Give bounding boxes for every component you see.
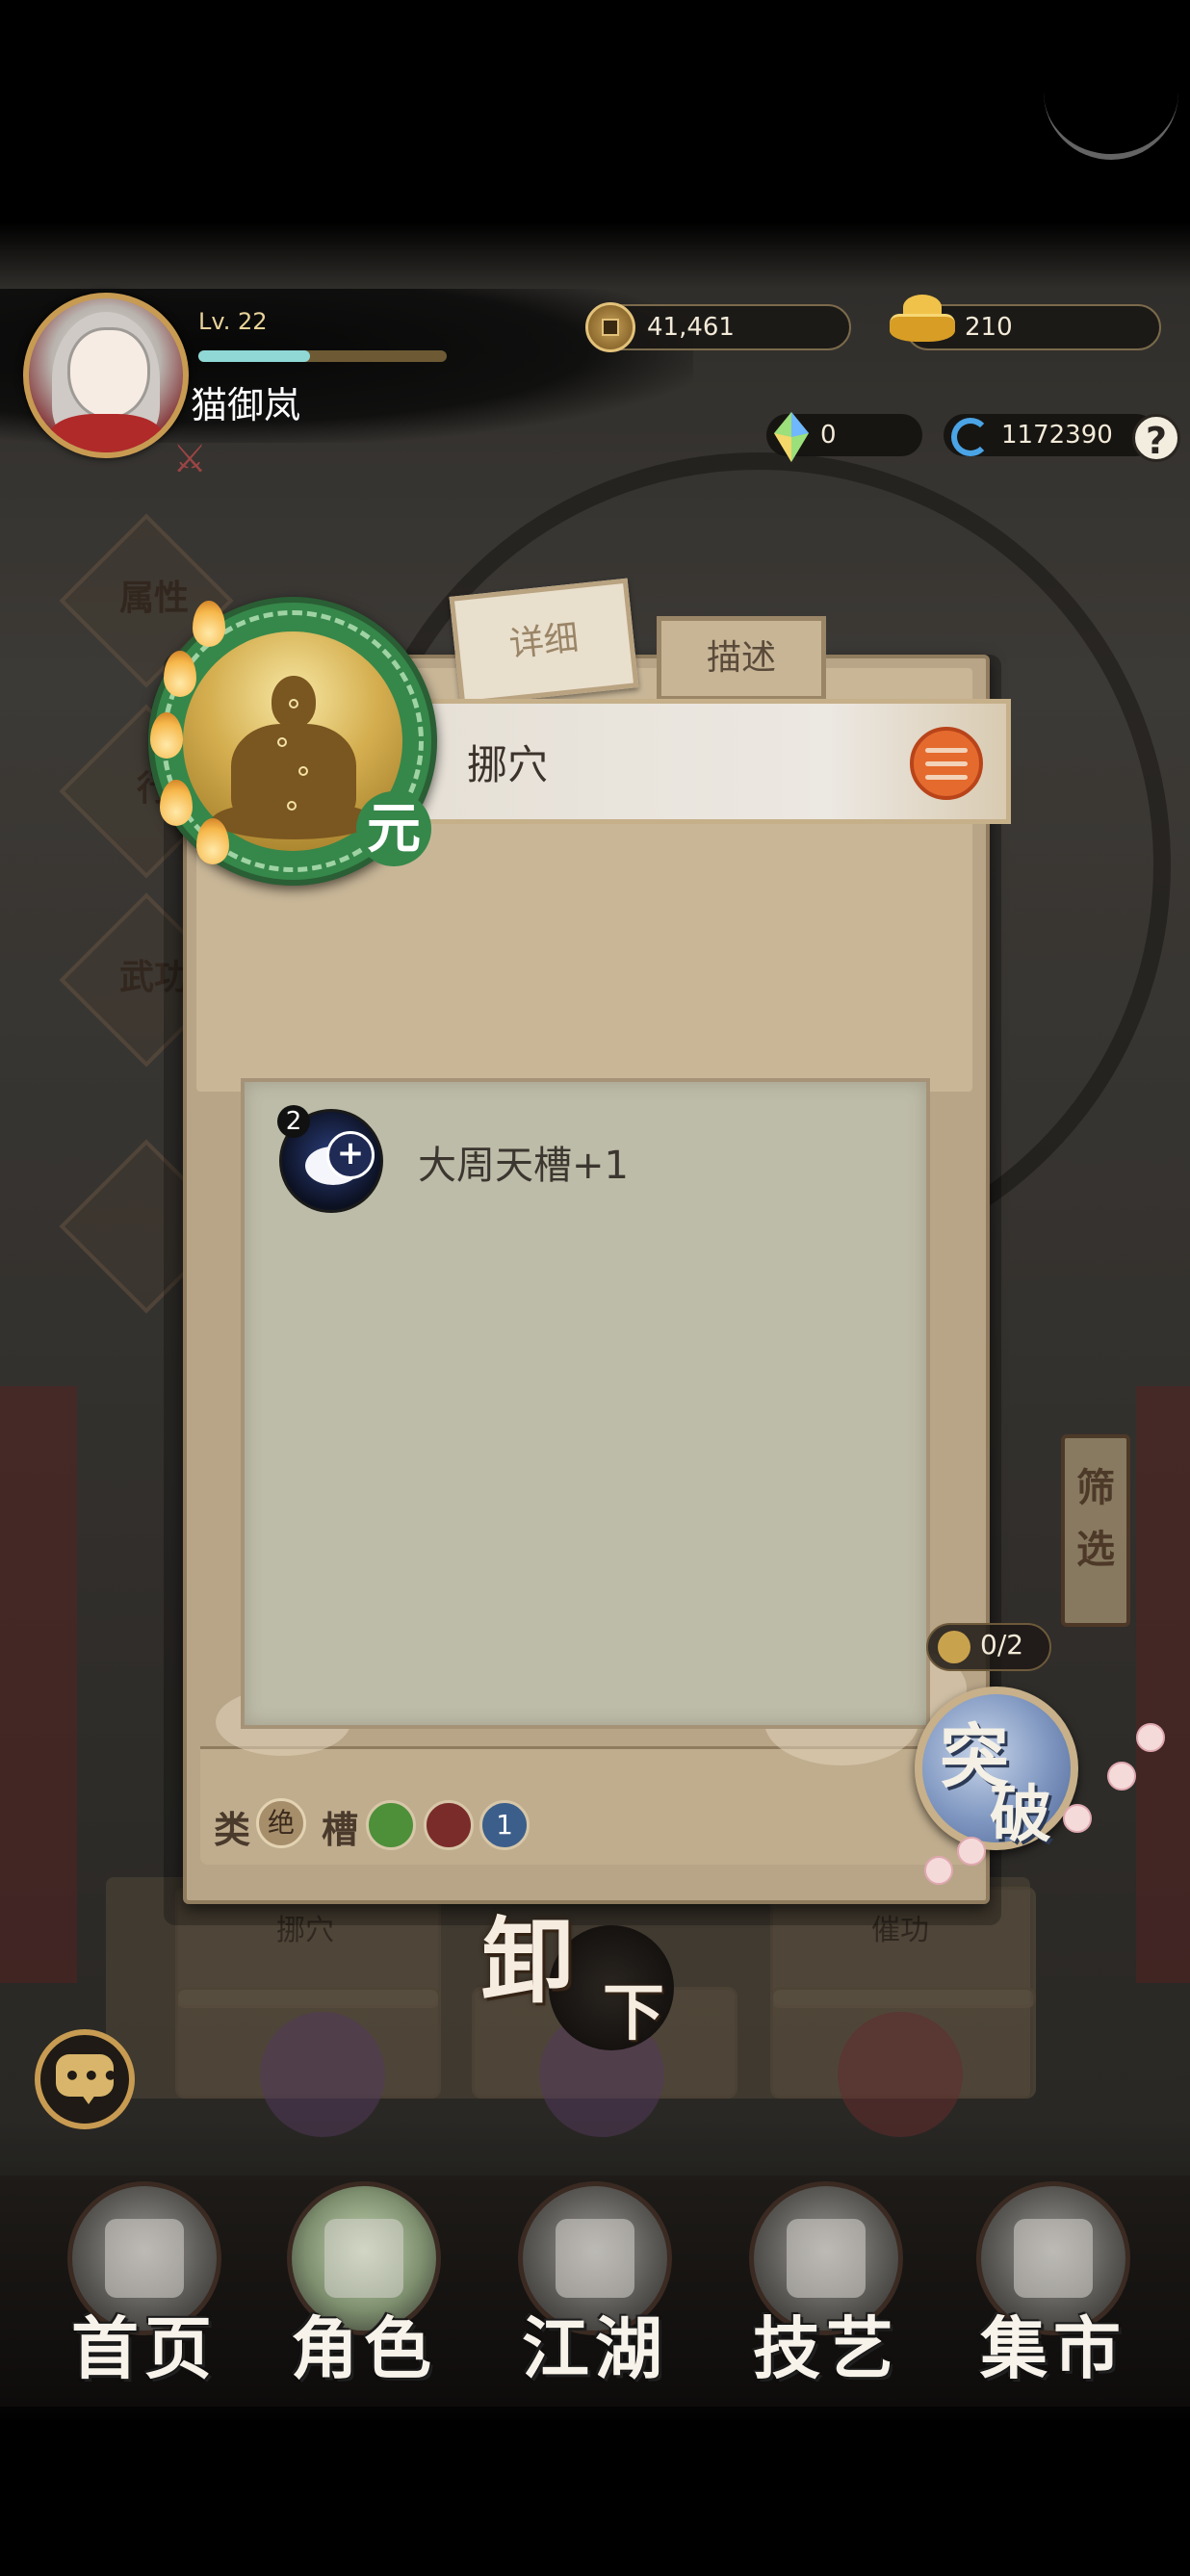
type-badge: 绝	[256, 1798, 306, 1848]
help-button[interactable]: ?	[1132, 414, 1180, 462]
skill-title-bar: 挪穴	[414, 699, 1011, 824]
skill-name: 挪穴	[467, 741, 549, 788]
breakthrough-label-2: 破	[990, 1779, 1051, 1851]
player-level: Lv. 22	[198, 308, 268, 335]
nav-item-skills[interactable]: 技艺	[720, 2176, 932, 2407]
coin-icon	[585, 302, 635, 352]
bottom-navigation: 首页 角色 江湖 技艺 集市	[0, 2176, 1190, 2407]
nav-icon-detail	[324, 2219, 403, 2298]
nav-item-home[interactable]: 首页	[39, 2176, 250, 2407]
ingot-base	[890, 314, 955, 342]
blossom-decoration	[924, 1856, 953, 1885]
effect-count-badge: 2	[277, 1105, 310, 1138]
chat-button[interactable]: •••	[35, 2029, 135, 2129]
tab-description[interactable]: 描述	[657, 616, 826, 701]
seal-line	[925, 748, 968, 753]
effect-description: 大周天槽+1	[418, 1144, 629, 1188]
nav-icon-detail	[556, 2219, 634, 2298]
nav-item-market[interactable]: 集市	[947, 2176, 1159, 2407]
nav-label-skills: 技艺	[753, 2308, 899, 2388]
chat-dots: •••	[64, 2060, 121, 2092]
plus-icon: +	[326, 1131, 375, 1179]
acupoint-dot	[289, 699, 298, 708]
nav-icon-detail	[1014, 2219, 1093, 2298]
nav-label-jianghu: 江湖	[522, 2308, 668, 2388]
breakthrough-button[interactable]: 突 破	[915, 1687, 1078, 1851]
nav-label-character: 角色	[291, 2308, 437, 2388]
acupoint-dot	[298, 766, 308, 776]
slot-badge-red	[424, 1800, 474, 1850]
emblem-rank-badge: 元	[356, 791, 431, 866]
coin-hole	[602, 319, 619, 336]
nav-item-character[interactable]: 角色	[258, 2176, 470, 2407]
type-label: 类	[214, 1808, 251, 1851]
blossom-decoration	[957, 1837, 986, 1866]
slot-label: 槽	[322, 1808, 359, 1851]
energy-amount: 1172390	[1001, 421, 1113, 450]
unequip-label-sub: 下	[603, 1977, 664, 2049]
nav-item-jianghu[interactable]: 江湖	[489, 2176, 701, 2407]
avatar-robe	[48, 414, 164, 452]
tab-detail[interactable]: 详细	[449, 578, 639, 707]
avatar-face	[67, 327, 150, 420]
acupoint-dot	[277, 737, 287, 747]
breakthrough-count: 0/2	[980, 1629, 1024, 1661]
skill-emblem: 元	[148, 597, 437, 886]
acupoint-dot	[287, 801, 297, 811]
chat-bubble-tail	[79, 2091, 98, 2104]
slot-badge-green	[366, 1800, 416, 1850]
blossom-decoration	[1063, 1804, 1092, 1833]
unequip-button[interactable]: 卸 下	[481, 1887, 674, 2050]
xp-bar	[198, 350, 447, 362]
xp-bar-fill	[198, 350, 311, 362]
crossed-swords-icon: ⚔	[172, 437, 207, 481]
figure-token-icon	[938, 1631, 970, 1663]
seal-stamp-icon	[910, 727, 983, 800]
swirl-energy-icon	[951, 418, 990, 456]
player-name: 猫御岚	[191, 384, 301, 426]
coin-amount: 41,461	[647, 313, 735, 342]
slot-badge-blue: 1	[479, 1800, 530, 1850]
nav-icon-detail	[105, 2219, 184, 2298]
breakthrough-counter: 0/2	[926, 1623, 1051, 1671]
nav-icon-detail	[787, 2219, 866, 2298]
nav-label-home: 首页	[71, 2308, 218, 2388]
seal-line	[925, 775, 968, 780]
blossom-decoration	[1136, 1723, 1165, 1752]
crystal-gem-icon	[774, 412, 809, 462]
ingot-amount: 210	[965, 313, 1013, 342]
gem-amount: 0	[820, 421, 837, 450]
blossom-decoration	[1107, 1762, 1136, 1790]
seal-line	[925, 761, 968, 766]
effects-panel: + 2 大周天槽+1	[241, 1078, 930, 1729]
gold-ingot-icon	[890, 295, 955, 345]
nav-label-market: 集市	[980, 2308, 1126, 2388]
unequip-label-main: 卸	[481, 1907, 574, 2016]
